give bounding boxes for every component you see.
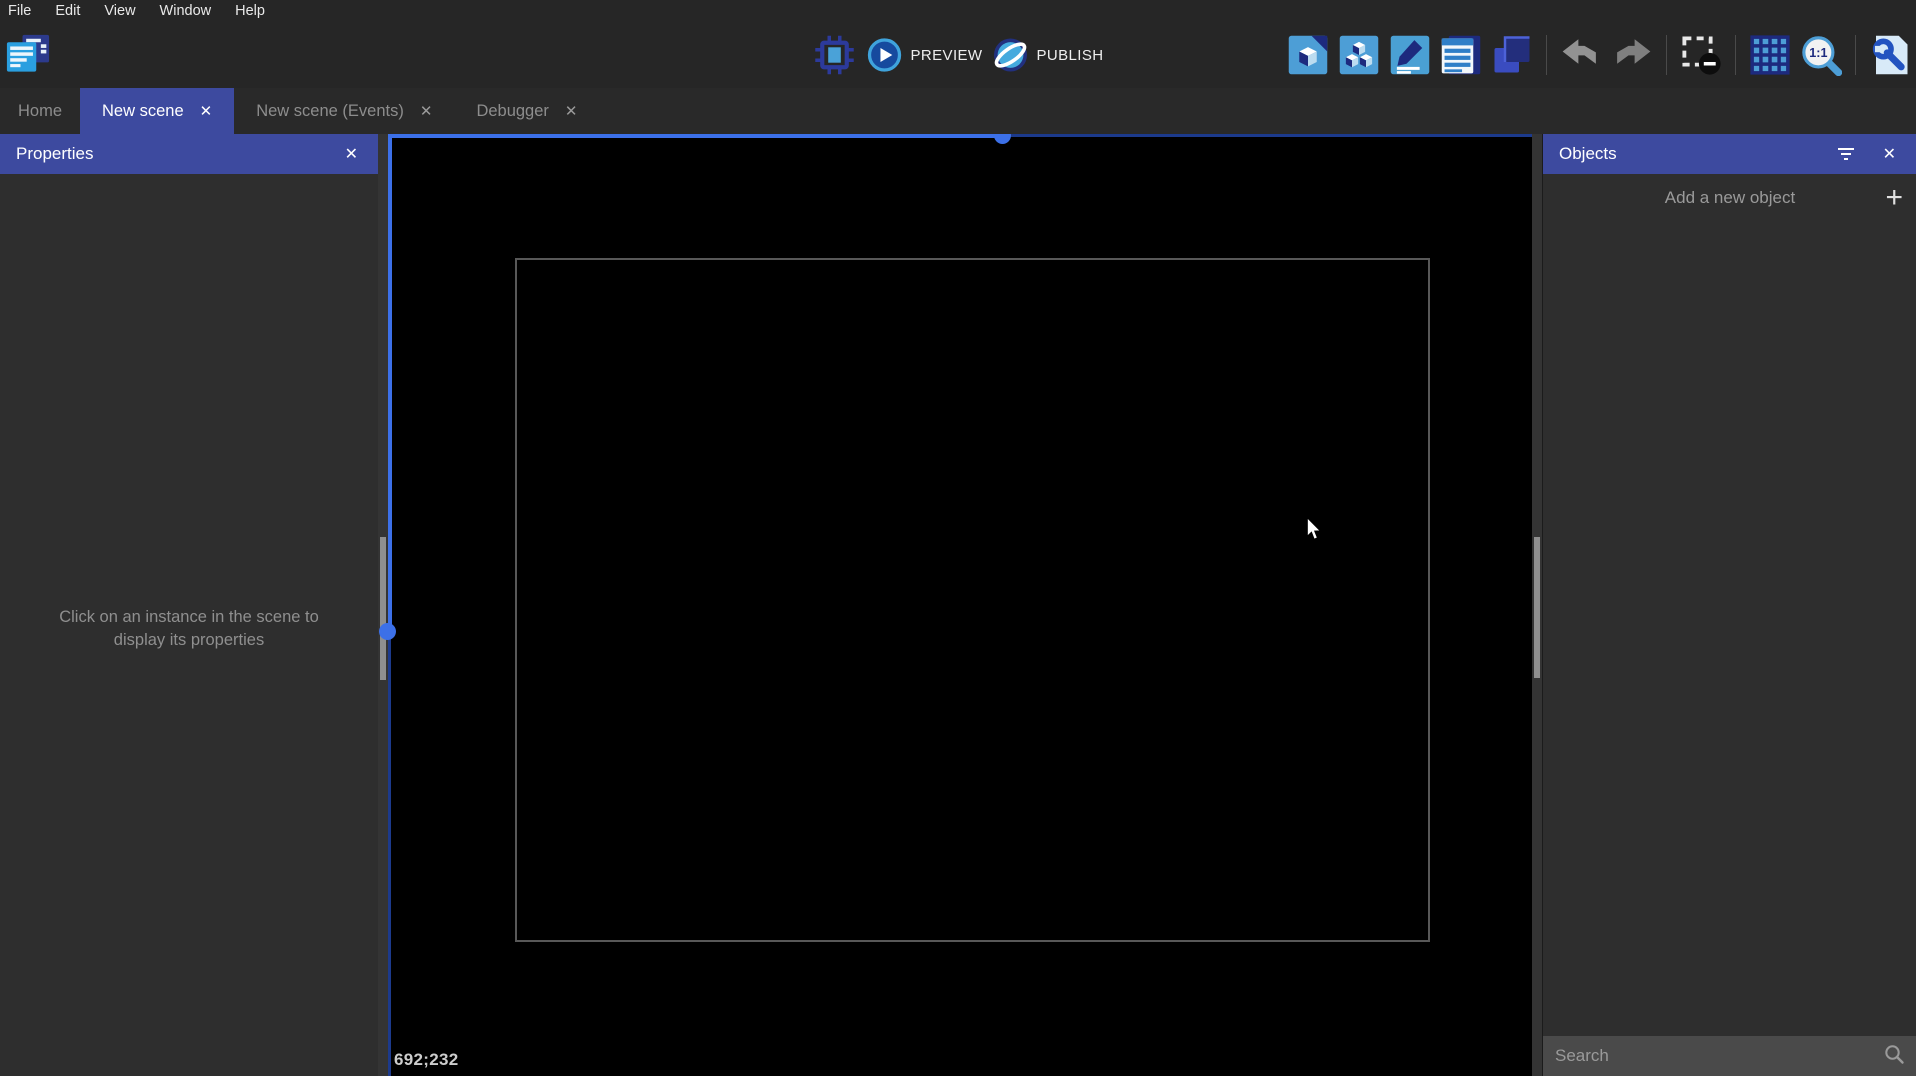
objects-search-bar bbox=[1543, 1036, 1916, 1076]
publish-label: PUBLISH bbox=[1036, 46, 1104, 64]
svg-text:1:1: 1:1 bbox=[1809, 46, 1827, 60]
instances-editor-icon[interactable] bbox=[1337, 33, 1381, 77]
properties-hint-text: Click on an instance in the scene to dis… bbox=[59, 608, 319, 649]
objects-panel: Objects ✕ Add a new object + bbox=[1542, 134, 1916, 1076]
tab-close-icon[interactable]: ✕ bbox=[565, 102, 578, 120]
properties-panel: Properties ✕ Click on an instance in the… bbox=[0, 134, 378, 1076]
setup-wrench-icon[interactable] bbox=[1868, 33, 1912, 77]
add-object-row[interactable]: Add a new object + bbox=[1543, 174, 1916, 222]
layers-editor-icon[interactable] bbox=[1490, 33, 1534, 77]
scrollbar-thumb[interactable] bbox=[1534, 537, 1540, 678]
selection-edge-left bbox=[388, 134, 392, 631]
menu-help[interactable]: Help bbox=[223, 0, 277, 22]
add-icon[interactable]: + bbox=[1885, 183, 1903, 213]
close-icon[interactable]: ✕ bbox=[341, 142, 362, 166]
toolbar-right-group: 1:1 bbox=[1286, 22, 1912, 88]
filter-icon[interactable] bbox=[1837, 146, 1857, 162]
zoom-1-1-icon[interactable]: 1:1 bbox=[1799, 33, 1843, 77]
delete-selection-icon[interactable] bbox=[1679, 33, 1723, 77]
menu-view[interactable]: View bbox=[92, 0, 147, 22]
editor-tab-bar: Home New scene ✕ New scene (Events) ✕ De… bbox=[0, 88, 1916, 134]
menu-file[interactable]: File bbox=[0, 0, 43, 22]
tab-home[interactable]: Home bbox=[0, 88, 80, 134]
main-toolbar: PREVIEW PUBLISH 1:1 bbox=[0, 22, 1916, 88]
scrollbar-thumb[interactable] bbox=[380, 537, 386, 680]
selection-handle-left[interactable] bbox=[379, 623, 396, 640]
tab-debugger-label: Debugger bbox=[476, 101, 549, 120]
instances-list-icon[interactable] bbox=[1439, 33, 1483, 77]
preview-button[interactable]: PREVIEW bbox=[867, 37, 983, 73]
search-icon[interactable] bbox=[1883, 1043, 1905, 1070]
tab-new-scene-label: New scene bbox=[102, 101, 184, 120]
toolbar-separator bbox=[1735, 35, 1736, 75]
toolbar-center-group: PREVIEW PUBLISH bbox=[813, 22, 1104, 88]
menu-window[interactable]: Window bbox=[148, 0, 224, 22]
canvas-right-scrollbar[interactable] bbox=[1532, 134, 1542, 1076]
tab-home-label: Home bbox=[18, 101, 63, 120]
project-manager-icon[interactable] bbox=[6, 34, 50, 78]
tab-new-scene[interactable]: New scene ✕ bbox=[80, 88, 235, 134]
close-icon[interactable]: ✕ bbox=[1879, 142, 1900, 166]
properties-pencil-icon[interactable] bbox=[1388, 33, 1432, 77]
publish-button[interactable]: PUBLISH bbox=[992, 37, 1103, 73]
toolbar-separator bbox=[1666, 35, 1667, 75]
tab-debugger[interactable]: Debugger ✕ bbox=[454, 88, 599, 134]
objects-panel-header: Objects ✕ bbox=[1543, 134, 1916, 174]
menu-bar: File Edit View Window Help bbox=[0, 0, 1916, 22]
tab-new-scene-events[interactable]: New scene (Events) ✕ bbox=[234, 88, 454, 134]
cursor-coordinates: 692;232 bbox=[394, 1050, 459, 1069]
properties-title: Properties bbox=[16, 144, 94, 163]
publish-globe-icon bbox=[993, 38, 1027, 72]
scene-window-border bbox=[515, 258, 1430, 942]
menu-edit[interactable]: Edit bbox=[43, 0, 92, 22]
preview-play-icon bbox=[867, 38, 902, 72]
grid-setup-icon[interactable] bbox=[1748, 33, 1792, 77]
properties-panel-header: Properties ✕ bbox=[0, 134, 378, 174]
preview-label: PREVIEW bbox=[910, 46, 983, 64]
selection-edge-left-far bbox=[388, 631, 391, 1076]
canvas-left-scrollbar[interactable] bbox=[378, 134, 388, 1076]
redo-icon[interactable] bbox=[1610, 33, 1654, 77]
add-object-label: Add a new object bbox=[1664, 188, 1796, 207]
selection-edge-top bbox=[388, 134, 1004, 138]
debugger-chip-icon[interactable] bbox=[813, 33, 857, 77]
toolbar-separator bbox=[1546, 35, 1547, 75]
workspace: Properties ✕ Click on an instance in the… bbox=[0, 127, 1916, 1076]
undo-icon[interactable] bbox=[1559, 33, 1603, 77]
tab-close-icon[interactable]: ✕ bbox=[200, 102, 213, 120]
objects-editor-icon[interactable] bbox=[1286, 33, 1330, 77]
toolbar-separator bbox=[1855, 35, 1856, 75]
scene-canvas[interactable]: 692;232 bbox=[379, 127, 1532, 1076]
mouse-cursor-icon bbox=[1303, 516, 1325, 547]
objects-search-input[interactable] bbox=[1555, 1046, 1883, 1066]
objects-title: Objects bbox=[1559, 144, 1617, 163]
selection-edge-top-far bbox=[1004, 134, 1532, 137]
tab-new-scene-events-label: New scene (Events) bbox=[256, 101, 404, 120]
tab-close-icon[interactable]: ✕ bbox=[420, 102, 433, 120]
